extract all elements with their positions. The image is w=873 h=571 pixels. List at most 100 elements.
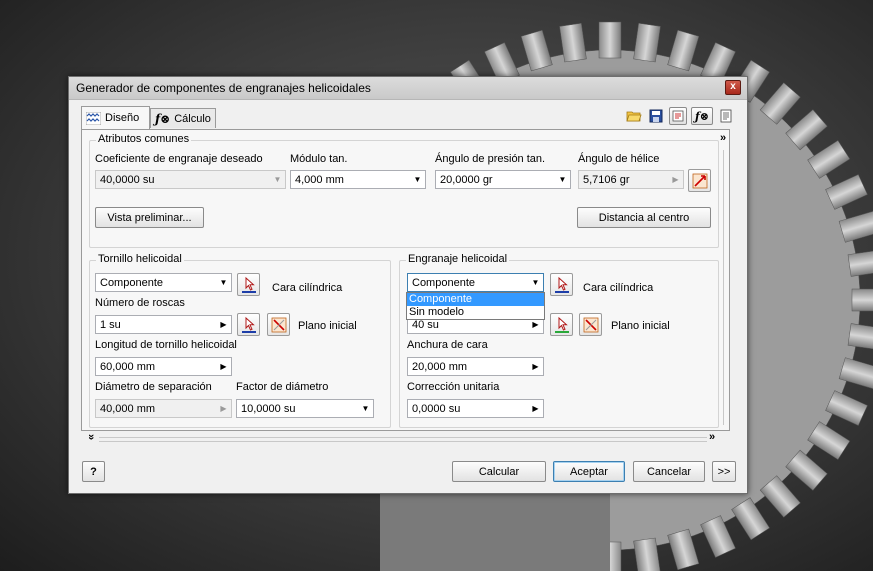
select-arrow-icon xyxy=(554,316,569,333)
dropdown-option-no-model[interactable]: Sin modelo xyxy=(407,306,544,319)
pitch-diameter-value: 40,000 mm xyxy=(100,402,156,415)
select-arrow-icon xyxy=(241,316,256,333)
worm-cylindrical-face-button[interactable] xyxy=(237,273,260,296)
expand-right-icon[interactable]: » xyxy=(720,132,726,144)
helix-direction-icon xyxy=(692,173,707,188)
coefficient-label: Coeficiente de engranaje deseado xyxy=(95,153,263,165)
panel-splitter[interactable] xyxy=(99,437,707,442)
chevron-down-icon: ▼ xyxy=(219,278,228,287)
helix-angle-value: 5,7106 gr xyxy=(583,173,630,186)
worm-gear-icon xyxy=(86,111,101,125)
worm-length-label: Longitud de tornillo helicoidal xyxy=(95,339,237,351)
open-folder-icon[interactable] xyxy=(625,107,643,125)
chevron-right-icon: ▶ xyxy=(672,175,679,184)
function-icon: ƒ⊗ xyxy=(155,111,171,126)
dropdown-option-component[interactable]: Componente xyxy=(407,293,544,306)
worm-start-plane-label: Plano inicial xyxy=(298,320,357,332)
diameter-factor-value: 10,0000 su xyxy=(241,402,296,415)
diameter-factor-label: Factor de diámetro xyxy=(236,381,329,393)
calculation-function-icon[interactable]: ƒ⊗ xyxy=(691,107,713,125)
vertical-scroll-track[interactable] xyxy=(723,150,724,425)
gear-cylindrical-face-button[interactable] xyxy=(550,273,573,296)
diameter-factor-select[interactable]: 10,0000 su ▼ xyxy=(236,399,374,418)
chevron-right-icon: ▶ xyxy=(220,362,227,371)
pressure-angle-label: Ángulo de presión tan. xyxy=(435,153,546,165)
worm-start-plane-button[interactable] xyxy=(237,313,260,336)
gear-tooth xyxy=(851,288,873,312)
gear-cylindrical-face-label: Cara cilíndrica xyxy=(583,282,654,294)
coefficient-field[interactable]: 40,0000 su ▼ xyxy=(95,170,286,189)
gear-flip-button[interactable] xyxy=(579,313,602,336)
pressure-angle-value: 20,0000 gr xyxy=(440,173,493,186)
module-label: Módulo tan. xyxy=(290,153,348,165)
flip-direction-icon xyxy=(271,317,286,332)
unit-correction-field[interactable]: 0,0000 su ▶ xyxy=(407,399,544,418)
cancel-button[interactable]: Cancelar xyxy=(633,461,705,482)
flip-direction-icon xyxy=(583,317,598,332)
gear-start-plane-button[interactable] xyxy=(550,313,573,336)
help-button[interactable]: ? xyxy=(82,461,105,482)
gear-teeth-value: 40 su xyxy=(412,318,439,331)
chevron-down-icon: ▼ xyxy=(413,175,422,184)
chevron-down-icon: ▼ xyxy=(531,278,540,287)
gear-type-dropdown-list: Componente Sin modelo xyxy=(406,292,545,320)
pitch-diameter-label: Diámetro de separación xyxy=(95,381,212,393)
expand-down-icon[interactable]: » xyxy=(85,434,97,440)
worm-gear-generator-dialog: Generador de componentes de engranajes h… xyxy=(68,76,748,494)
gear-tooth xyxy=(598,21,622,59)
tab-calculation-label: Cálculo xyxy=(174,112,211,125)
options-icon[interactable] xyxy=(669,107,687,125)
face-width-value: 20,000 mm xyxy=(412,360,468,373)
design-panel: Atributos comunes Coeficiente de engrana… xyxy=(81,129,730,443)
title-bar[interactable]: Generador de componentes de engranajes h… xyxy=(69,77,747,100)
dialog-title: Generador de componentes de engranajes h… xyxy=(76,81,371,95)
face-width-field[interactable]: 20,000 mm ▶ xyxy=(407,357,544,376)
tab-calculation[interactable]: ƒ⊗ Cálculo xyxy=(150,108,216,128)
worm-length-field[interactable]: 60,000 mm ▶ xyxy=(95,357,232,376)
threads-field[interactable]: 1 su ▶ xyxy=(95,315,232,334)
gear-start-plane-label: Plano inicial xyxy=(611,320,670,332)
worm-gear-group-label: Engranaje helicoidal xyxy=(406,253,510,265)
chevron-down-icon: ▼ xyxy=(558,175,567,184)
center-distance-button[interactable]: Distancia al centro xyxy=(577,207,711,228)
worm-type-value: Componente xyxy=(100,276,163,289)
helix-angle-label: Ángulo de hélice xyxy=(578,153,660,165)
helix-angle-field[interactable]: 5,7106 gr ▶ xyxy=(578,170,684,189)
worm-cylindrical-face-label: Cara cilíndrica xyxy=(272,282,343,294)
gear-type-value: Componente xyxy=(412,276,475,289)
chevron-down-icon: ▼ xyxy=(361,404,370,413)
chevron-right-icon: ▶ xyxy=(532,404,539,413)
helix-direction-button[interactable] xyxy=(688,169,711,192)
select-arrow-icon xyxy=(554,276,569,293)
chevron-down-icon: ▼ xyxy=(273,175,282,184)
accept-button[interactable]: Aceptar xyxy=(553,461,625,482)
chevron-right-icon: ▶ xyxy=(220,404,227,413)
worm-length-value: 60,000 mm xyxy=(100,360,156,373)
threads-value: 1 su xyxy=(100,318,121,331)
module-value: 4,000 mm xyxy=(295,173,344,186)
common-attributes-label: Atributos comunes xyxy=(96,133,192,145)
threads-label: Número de roscas xyxy=(95,297,185,309)
gear-tooth xyxy=(559,22,587,63)
calculate-button[interactable]: Calcular xyxy=(452,461,546,482)
chevron-right-icon: ▶ xyxy=(532,362,539,371)
face-width-label: Anchura de cara xyxy=(407,339,488,351)
expand-right-icon[interactable]: » xyxy=(709,431,715,443)
gear-type-select[interactable]: Componente ▼ xyxy=(407,273,544,292)
notes-icon[interactable] xyxy=(717,107,735,125)
chevron-right-icon: ▶ xyxy=(220,320,227,329)
coefficient-value: 40,0000 su xyxy=(100,173,155,186)
close-button[interactable]: x xyxy=(725,80,741,95)
pitch-diameter-field[interactable]: 40,000 mm ▶ xyxy=(95,399,232,418)
worm-flip-button[interactable] xyxy=(267,313,290,336)
module-select[interactable]: 4,000 mm ▼ xyxy=(290,170,426,189)
worm-group-label: Tornillo helicoidal xyxy=(96,253,184,265)
tab-design[interactable]: Diseño xyxy=(81,106,150,129)
more-button[interactable]: >> xyxy=(712,461,736,482)
save-icon[interactable] xyxy=(647,107,665,125)
worm-type-select[interactable]: Componente ▼ xyxy=(95,273,232,292)
tab-design-label: Diseño xyxy=(105,112,140,124)
unit-correction-value: 0,0000 su xyxy=(412,402,461,415)
pressure-angle-select[interactable]: 20,0000 gr ▼ xyxy=(435,170,571,189)
preview-button[interactable]: Vista preliminar... xyxy=(95,207,204,228)
